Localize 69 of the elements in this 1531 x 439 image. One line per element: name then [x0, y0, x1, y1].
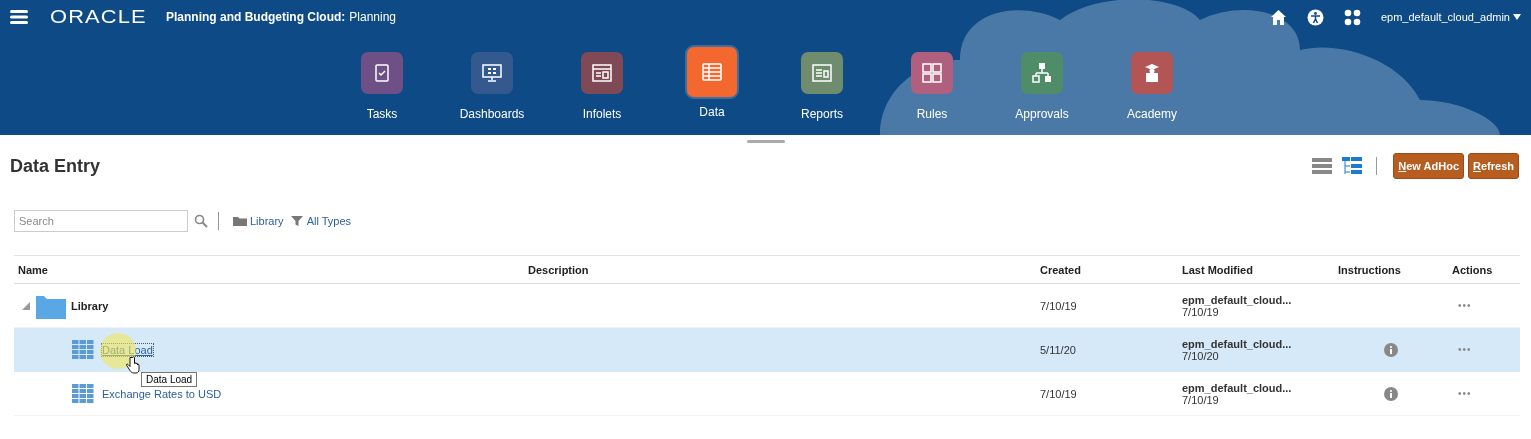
modified-date: 7/10/20	[1182, 349, 1219, 362]
column-header: Instructions	[1337, 263, 1402, 276]
nav-tile[interactable]	[801, 52, 843, 94]
created-date: 7/10/19	[1039, 299, 1078, 312]
menu-icon[interactable]	[10, 9, 28, 25]
tree-view-icon[interactable]	[1342, 156, 1363, 176]
infolets-icon	[590, 61, 614, 85]
nav-label: Dashboards	[459, 107, 525, 121]
toolbar-button[interactable]: New AdHoc	[1393, 153, 1464, 179]
nav-tile[interactable]	[471, 52, 513, 94]
accessibility-icon[interactable]	[1306, 8, 1324, 26]
column-header: Created	[1039, 263, 1082, 276]
modified-date: 7/10/19	[1182, 393, 1219, 406]
created-date: 5/11/20	[1039, 343, 1077, 356]
search-field[interactable]: Search	[14, 210, 188, 232]
created-date: 7/10/19	[1039, 387, 1078, 400]
nav-label: Infolets	[582, 107, 622, 121]
rules-icon	[920, 61, 944, 85]
caret-icon[interactable]	[1513, 14, 1521, 20]
page-title: Data Entry	[10, 155, 101, 177]
grid-icon	[72, 339, 94, 360]
form-link[interactable]: Data Load	[102, 343, 153, 356]
nav-label: Reports	[801, 107, 843, 121]
column-header: Name	[17, 263, 49, 276]
tooltip: Data Load	[141, 371, 198, 387]
nav-label: Data	[699, 105, 725, 119]
column-header: Description	[527, 263, 590, 276]
nav-tile[interactable]	[687, 47, 737, 97]
actions-menu[interactable]: •••	[1448, 300, 1520, 311]
toolbar-button[interactable]: Refresh	[1468, 153, 1519, 179]
logo: ORACLE	[50, 6, 148, 28]
nav-label: Academy	[1127, 107, 1177, 121]
nav-tile[interactable]	[581, 52, 623, 94]
modified-date: 7/10/19	[1182, 305, 1219, 318]
search-icon[interactable]	[194, 214, 208, 228]
expand-triangle-icon[interactable]	[22, 301, 30, 310]
nav-label: Approvals	[1015, 107, 1069, 121]
actions-menu[interactable]: •••	[1448, 388, 1520, 399]
apps-icon[interactable]	[1343, 8, 1361, 26]
nav-tile[interactable]	[1021, 52, 1063, 94]
grid-icon	[72, 383, 94, 404]
approvals-icon	[1030, 61, 1054, 85]
column-header: Last Modified	[1181, 263, 1254, 276]
modified-by: epm_default_cloud...	[1182, 293, 1293, 306]
hand-cursor-icon	[126, 355, 140, 374]
filter-icon[interactable]	[289, 214, 304, 228]
folder-icon	[233, 214, 247, 228]
info-icon[interactable]	[1384, 386, 1398, 401]
app-title: Planning and Budgeting Cloud:	[166, 10, 346, 24]
folder-name: Library	[71, 299, 109, 312]
app-subtitle: Planning	[349, 10, 397, 24]
nav-label: Tasks	[366, 107, 398, 121]
nav-tile[interactable]	[361, 52, 403, 94]
reports-icon	[810, 61, 834, 85]
nav-label: Rules	[916, 107, 948, 121]
info-icon[interactable]	[1384, 342, 1398, 357]
data-icon	[700, 60, 724, 84]
nav-tile[interactable]	[1131, 52, 1173, 94]
list-view-icon[interactable]	[1312, 156, 1333, 176]
user-menu[interactable]: epm_default_cloud_admin	[1380, 11, 1521, 23]
drag-handle[interactable]	[746, 140, 785, 143]
modified-by: epm_default_cloud...	[1182, 337, 1293, 350]
library-link[interactable]: Library	[250, 215, 284, 227]
dashboards-icon	[480, 61, 504, 85]
nav-tile[interactable]	[911, 52, 953, 94]
column-header: Actions	[1451, 263, 1494, 276]
filter-link[interactable]: All Types	[306, 215, 352, 227]
form-link[interactable]: Exchange Rates to USD	[102, 387, 222, 400]
home-icon[interactable]	[1269, 8, 1287, 26]
